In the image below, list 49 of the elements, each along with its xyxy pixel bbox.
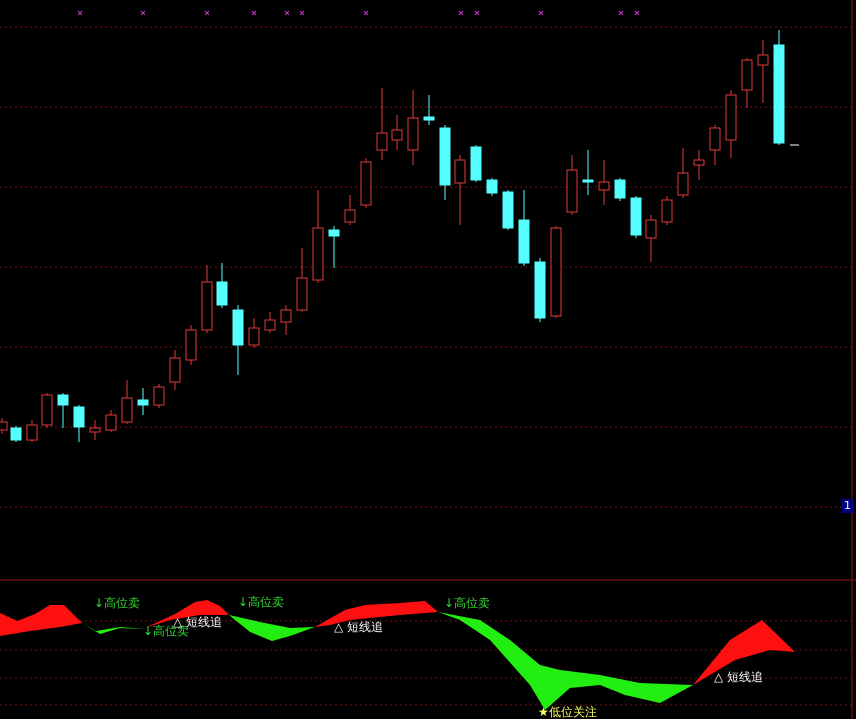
signal-label: ↓高位卖 xyxy=(94,597,140,610)
candlestick xyxy=(598,160,610,206)
axis-marker: 1 xyxy=(842,499,854,513)
candlestick xyxy=(694,150,704,180)
candlestick xyxy=(328,226,340,268)
candlestick xyxy=(42,392,52,428)
candlestick xyxy=(232,304,244,376)
candlestick xyxy=(154,384,164,408)
candlestick xyxy=(486,178,498,196)
candlestick xyxy=(678,148,688,198)
signal-label: △ 短线追 xyxy=(334,621,384,634)
candlestick xyxy=(186,324,196,366)
candlestick xyxy=(758,40,768,104)
candlestick xyxy=(264,312,276,334)
candlestick xyxy=(58,392,68,428)
candlestick xyxy=(170,350,180,390)
candlestick xyxy=(470,144,482,182)
candlestick xyxy=(10,426,22,442)
candlestick xyxy=(280,304,292,336)
candlestick xyxy=(454,154,466,226)
candlestick xyxy=(138,388,148,416)
candlestick xyxy=(26,420,38,442)
candlestick xyxy=(248,318,260,348)
candlestick xyxy=(202,264,212,334)
candlestick xyxy=(742,58,752,108)
candlestick xyxy=(90,420,100,440)
candlestick xyxy=(74,404,84,442)
candlestick xyxy=(344,194,356,226)
candlestick xyxy=(296,248,308,312)
candlestick xyxy=(424,94,434,126)
candlestick xyxy=(360,158,372,208)
signal-label: ↓高位卖 xyxy=(444,597,490,610)
candlestick xyxy=(614,178,626,202)
candlestick xyxy=(106,410,116,432)
candlestick xyxy=(566,154,578,216)
candlestick xyxy=(662,196,672,226)
signal-label: ↓高位卖 xyxy=(238,596,284,609)
signal-label: △ 短线追 xyxy=(714,671,764,684)
candlestick xyxy=(392,114,402,150)
signal-label: ★低位关注 xyxy=(538,706,597,719)
candlestick xyxy=(710,124,720,166)
candlestick xyxy=(502,190,514,230)
candlestick xyxy=(646,214,656,262)
candlestick xyxy=(122,380,132,424)
candlestick xyxy=(582,150,594,196)
candlestick xyxy=(726,90,736,158)
candlestick xyxy=(630,196,642,238)
candlestick xyxy=(216,262,228,308)
candlestick xyxy=(534,258,546,322)
